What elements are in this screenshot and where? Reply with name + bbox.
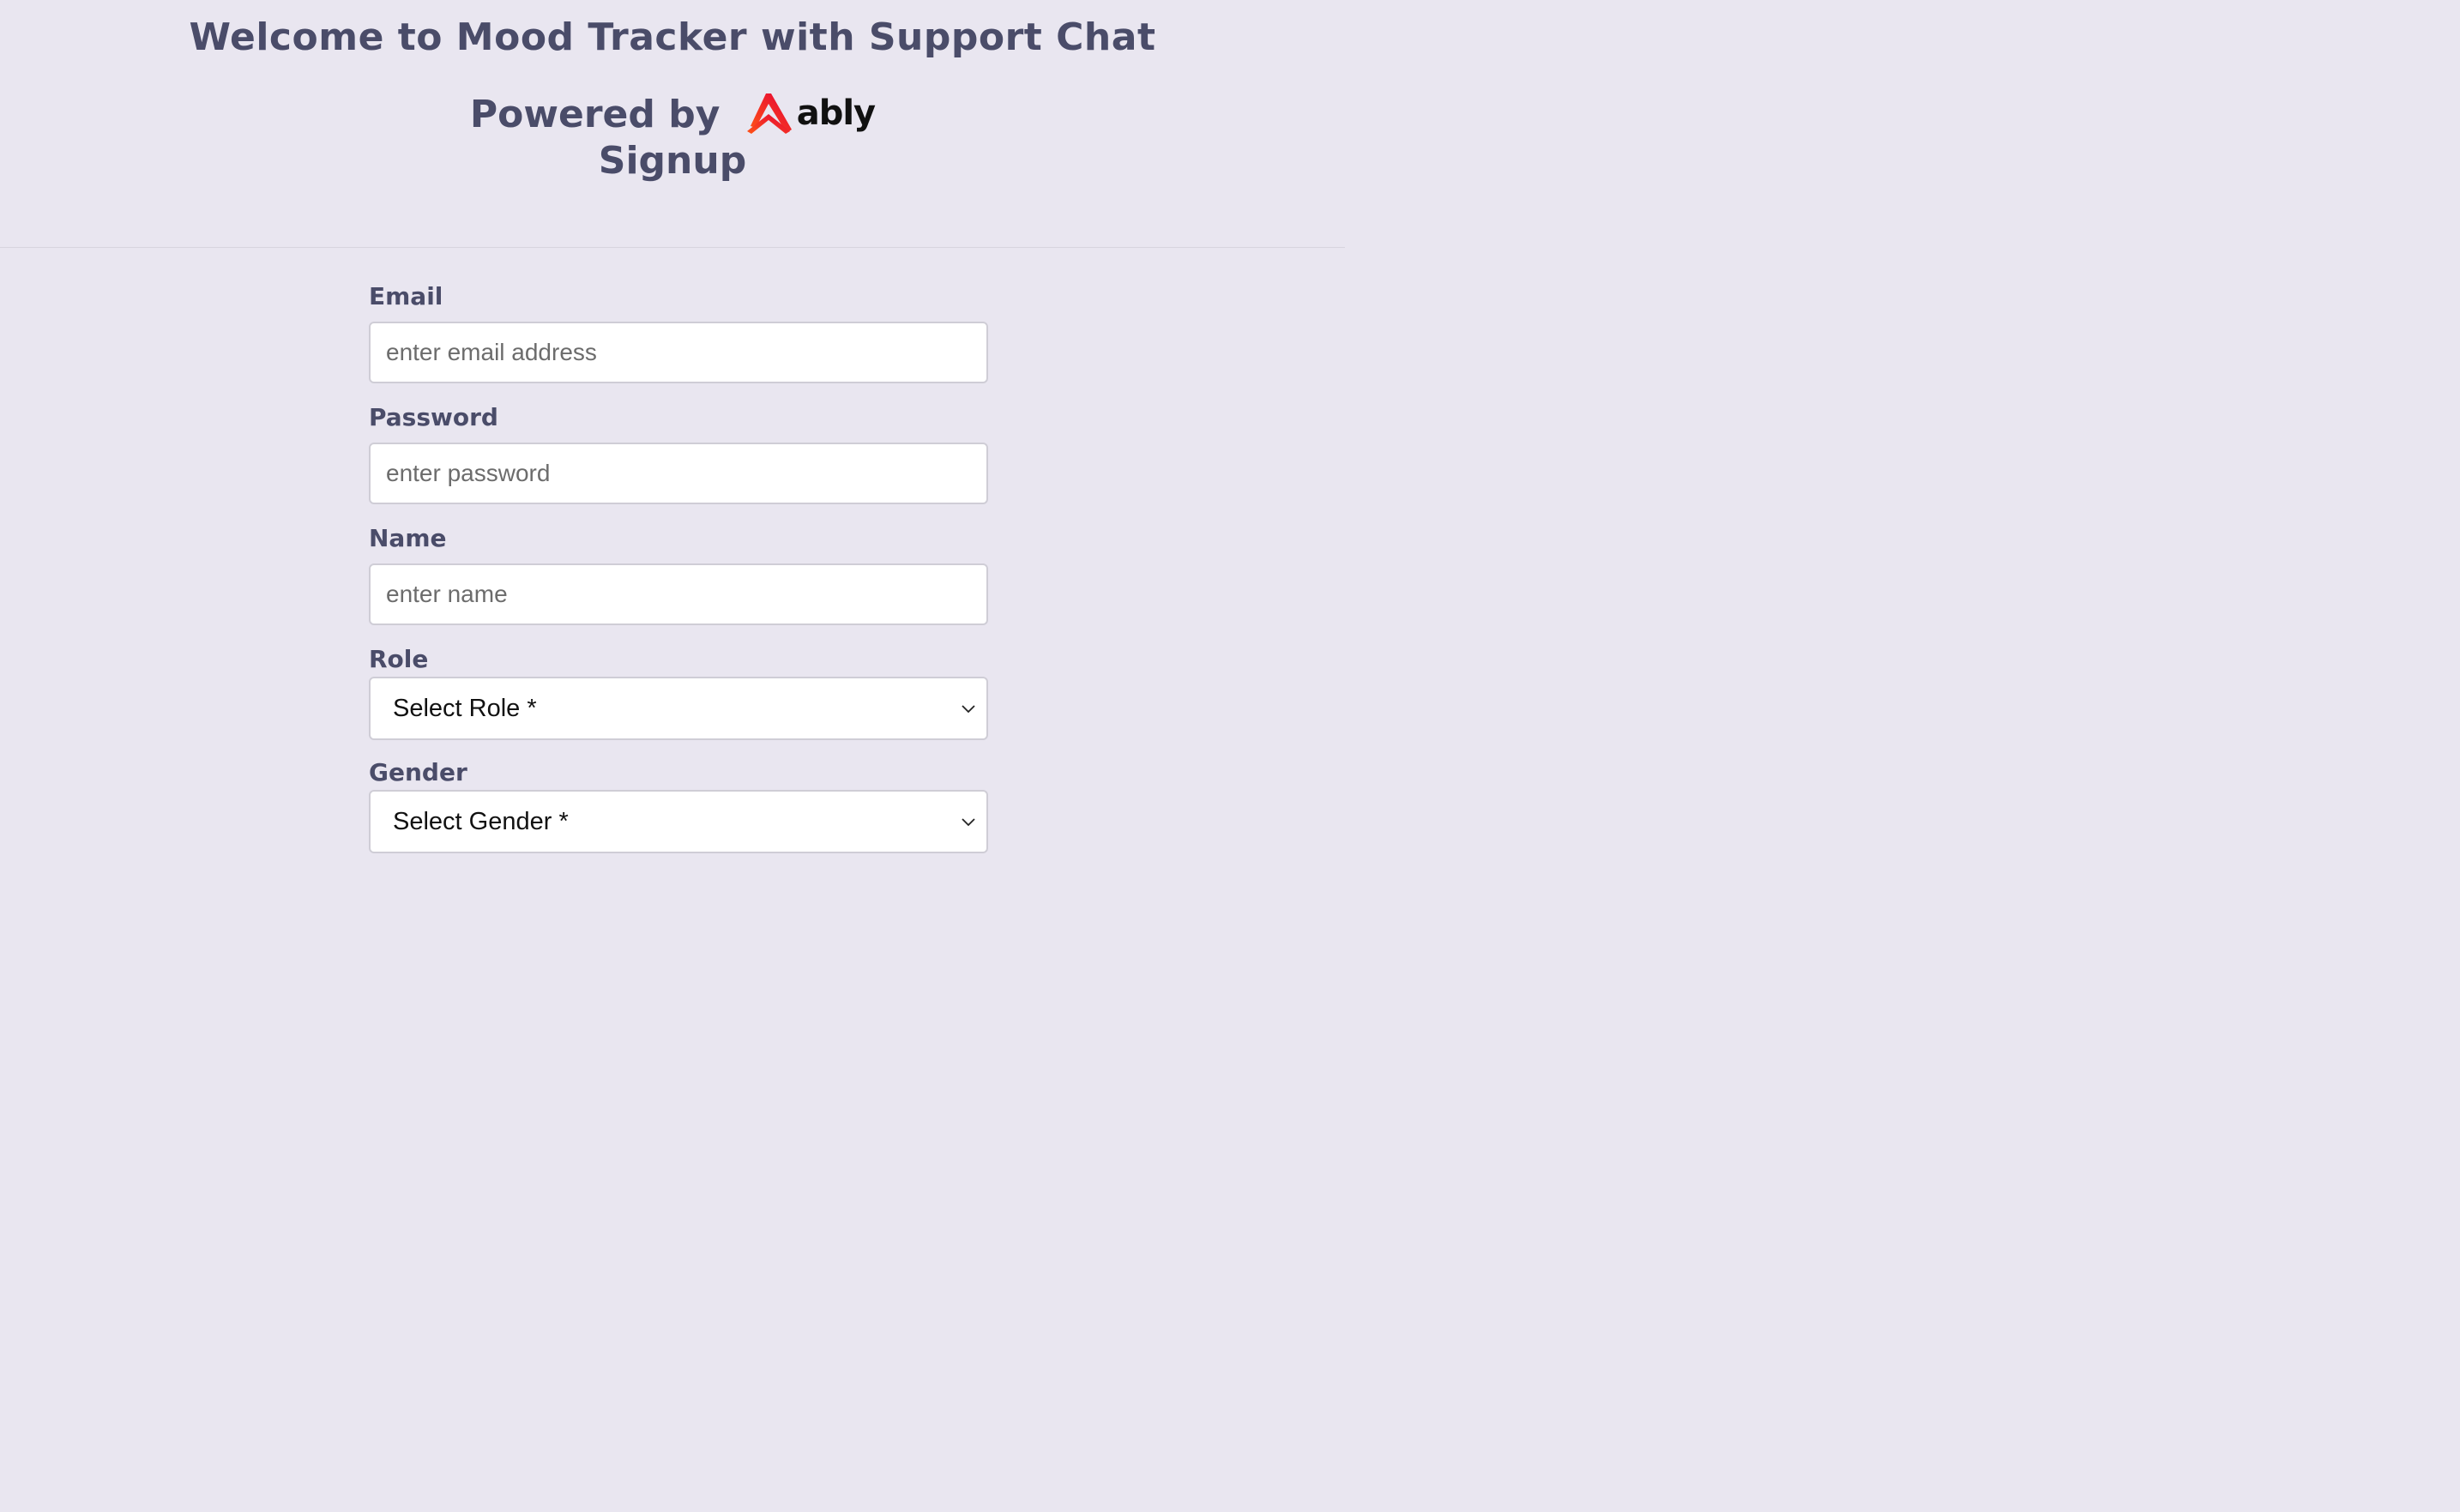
signup-form: Email Password Name Role Select Role * G… bbox=[369, 276, 988, 870]
name-label: Name bbox=[369, 524, 447, 552]
gender-label: Gender bbox=[369, 758, 467, 786]
chevron-down-icon bbox=[962, 818, 975, 827]
role-select[interactable]: Select Role * bbox=[369, 677, 988, 740]
ably-brand-text: ably bbox=[796, 93, 876, 133]
powered-by-text: Powered by bbox=[469, 93, 721, 136]
page-header: Welcome to Mood Tracker with Support Cha… bbox=[0, 0, 1345, 248]
ably-logo-icon bbox=[746, 93, 792, 134]
email-field[interactable] bbox=[369, 322, 988, 383]
role-label: Role bbox=[369, 645, 429, 673]
role-select-value: Select Role * bbox=[393, 695, 537, 722]
email-label: Email bbox=[369, 282, 443, 310]
powered-by-line: Powered by ably bbox=[0, 93, 1345, 138]
page-title: Welcome to Mood Tracker with Support Cha… bbox=[189, 15, 1156, 59]
name-field[interactable] bbox=[369, 563, 988, 625]
gender-select-value: Select Gender * bbox=[393, 808, 569, 835]
chevron-down-icon bbox=[962, 705, 975, 714]
signup-heading: Signup bbox=[598, 139, 747, 183]
password-label: Password bbox=[369, 403, 498, 431]
gender-select[interactable]: Select Gender * bbox=[369, 790, 988, 853]
password-field[interactable] bbox=[369, 443, 988, 504]
